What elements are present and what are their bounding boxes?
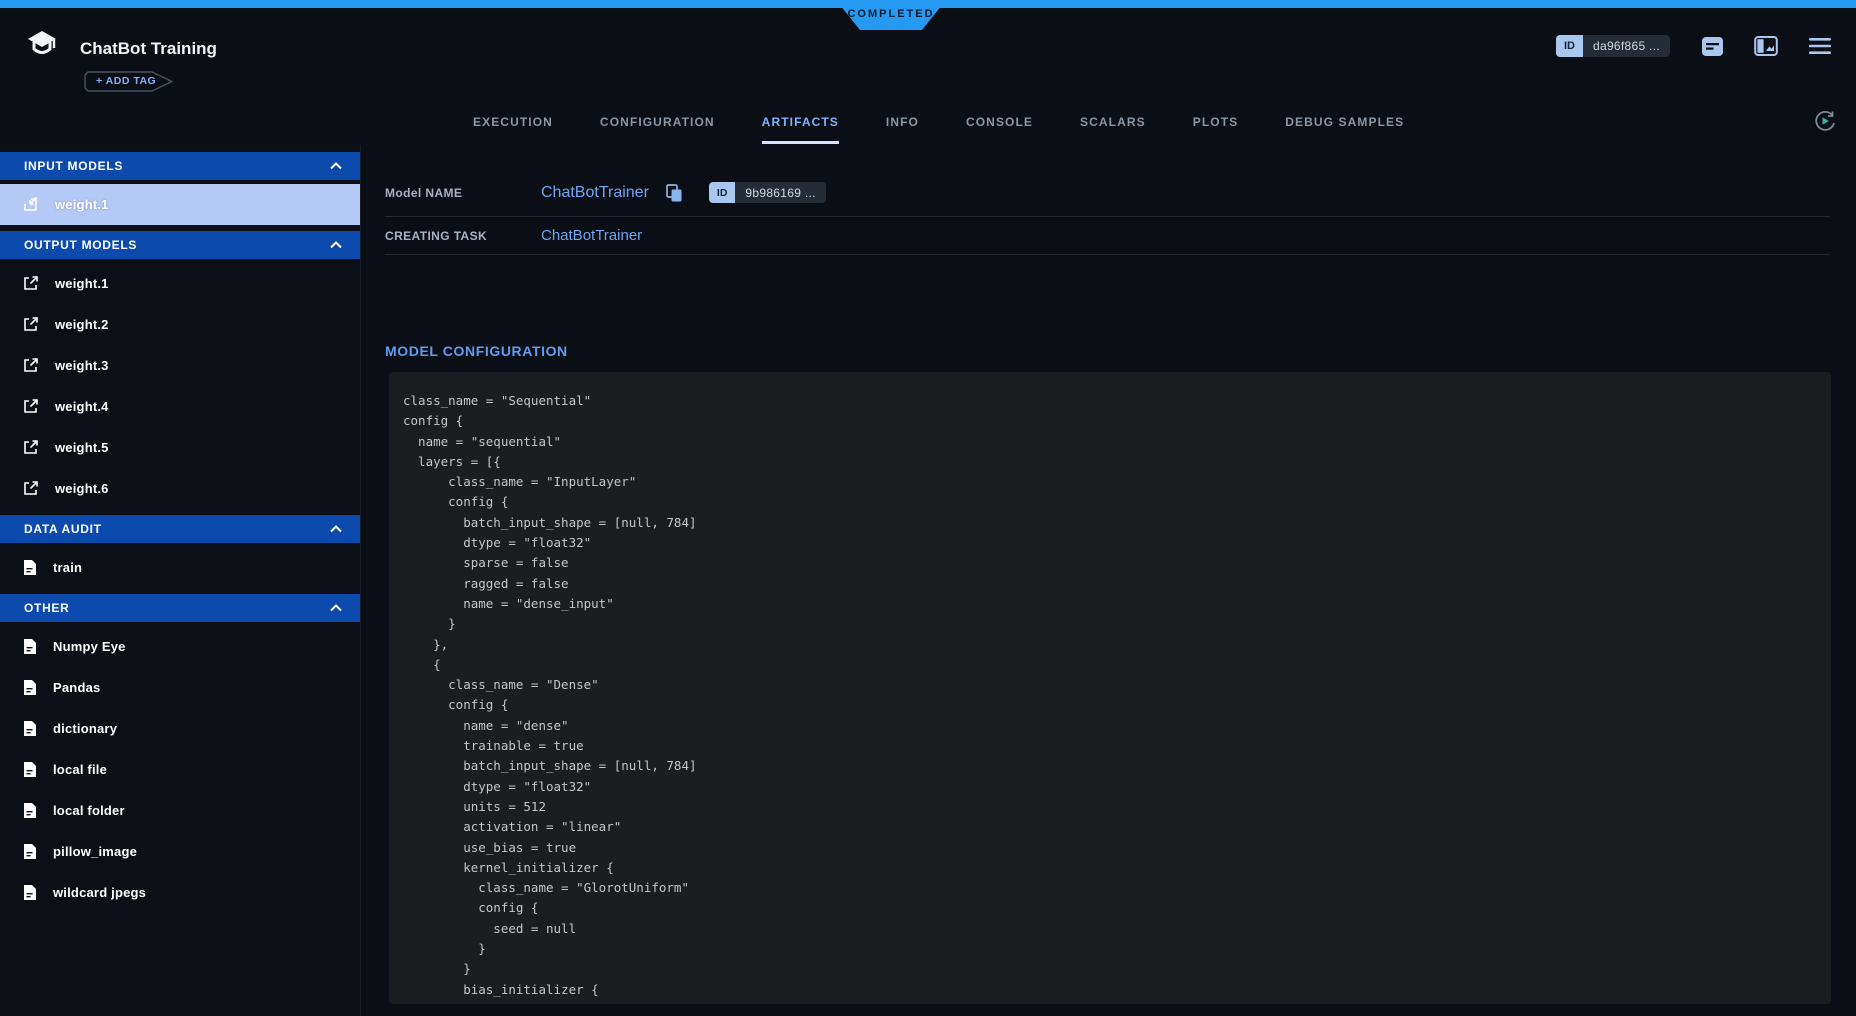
sidebar-item-label: dictionary xyxy=(53,721,117,736)
sidebar-item-train[interactable]: train xyxy=(0,547,360,588)
experiment-id-value: da96f865 ... xyxy=(1583,35,1670,57)
sidebar-item-label: weight.3 xyxy=(55,358,109,373)
file-icon xyxy=(22,638,37,655)
sidebar-item-input-weight1[interactable]: weight.1 xyxy=(0,184,360,225)
file-icon xyxy=(22,802,37,819)
export-icon xyxy=(22,275,39,292)
sidebar-item-label: weight.6 xyxy=(55,481,109,496)
creating-task-link[interactable]: ChatBotTrainer xyxy=(541,227,642,244)
sidebar-item-label: local file xyxy=(53,762,107,777)
sidebar-item-label: train xyxy=(53,560,82,575)
sidebar-item-label: weight.2 xyxy=(55,317,109,332)
file-icon xyxy=(22,761,37,778)
file-icon xyxy=(22,884,37,901)
chevron-up-icon xyxy=(330,241,342,249)
sidebar-item-output-weight4[interactable]: weight.4 xyxy=(0,386,360,427)
tab-console[interactable]: CONSOLE xyxy=(966,100,1033,144)
model-name-link[interactable]: ChatBotTrainer xyxy=(541,184,649,202)
experiment-id-badge[interactable]: ID da96f865 ... xyxy=(1556,35,1670,57)
section-title: OUTPUT MODELS xyxy=(24,238,137,252)
chevron-up-icon xyxy=(330,525,342,533)
artifact-detail-panel: Model NAME ChatBotTrainer ID 9b986169 ..… xyxy=(361,145,1856,1016)
model-id-badge[interactable]: ID 9b986169 ... xyxy=(709,182,826,203)
model-id-value: 9b986169 ... xyxy=(735,182,825,203)
file-icon xyxy=(22,679,37,696)
id-chip: ID xyxy=(1556,35,1583,57)
tab-scalars[interactable]: SCALARS xyxy=(1080,100,1146,144)
split-view-icon[interactable] xyxy=(1754,34,1778,58)
menu-icon[interactable] xyxy=(1808,34,1832,58)
sidebar-item-label: pillow_image xyxy=(53,844,137,859)
sidebar-item-label: Numpy Eye xyxy=(53,639,126,654)
header-actions: ID da96f865 ... xyxy=(1556,34,1832,58)
copy-icon[interactable] xyxy=(665,183,683,202)
chevron-up-icon xyxy=(330,162,342,170)
model-configuration-title: MODEL CONFIGURATION xyxy=(385,343,1856,359)
detail-rows: Model NAME ChatBotTrainer ID 9b986169 ..… xyxy=(385,169,1830,255)
sidebar-item-label: weight.1 xyxy=(55,276,109,291)
add-tag-label: + ADD TAG xyxy=(96,75,156,87)
model-name-label: Model NAME xyxy=(385,186,541,200)
experiment-title: ChatBot Training xyxy=(80,39,217,59)
sidebar-item-output-weight1[interactable]: weight.1 xyxy=(0,263,360,304)
export-icon xyxy=(22,439,39,456)
tab-plots[interactable]: PLOTS xyxy=(1193,100,1239,144)
chevron-up-icon xyxy=(330,604,342,612)
export-icon xyxy=(22,357,39,374)
import-icon xyxy=(22,196,39,213)
tab-bar: EXECUTION CONFIGURATION ARTIFACTS INFO C… xyxy=(361,100,1856,144)
export-icon xyxy=(22,398,39,415)
app-window: COMPLETED ChatBot Training + ADD TAG ID … xyxy=(0,0,1856,1016)
sidebar-section-input-models[interactable]: INPUT MODELS xyxy=(0,152,360,180)
sidebar-item-output-weight5[interactable]: weight.5 xyxy=(0,427,360,468)
file-icon xyxy=(22,720,37,737)
artifacts-sidebar: INPUT MODELS weight.1 OUTPUT MODELS weig… xyxy=(0,145,361,1016)
creating-task-label: CREATING TASK xyxy=(385,229,541,243)
sidebar-item-label: wildcard jpegs xyxy=(53,885,146,900)
export-icon xyxy=(22,480,39,497)
sidebar-item-local-folder[interactable]: local folder xyxy=(0,790,360,831)
creating-task-row: CREATING TASK ChatBotTrainer xyxy=(385,217,1830,255)
section-title: OTHER xyxy=(24,601,70,615)
sidebar-item-label: weight.1 xyxy=(55,197,109,212)
tab-artifacts[interactable]: ARTIFACTS xyxy=(762,100,839,144)
sidebar-item-label: weight.5 xyxy=(55,440,109,455)
tab-configuration[interactable]: CONFIGURATION xyxy=(600,100,715,144)
auto-refresh-icon[interactable] xyxy=(1810,106,1840,136)
id-chip: ID xyxy=(709,182,736,203)
model-configuration-code[interactable]: class_name = "Sequential" config { name … xyxy=(389,372,1831,1004)
add-tag-button[interactable]: + ADD TAG xyxy=(84,71,174,92)
app-logo-icon xyxy=(26,28,58,67)
sidebar-item-wildcard-jpegs[interactable]: wildcard jpegs xyxy=(0,872,360,913)
notes-icon[interactable] xyxy=(1700,34,1724,58)
tab-debug-samples[interactable]: DEBUG SAMPLES xyxy=(1285,100,1404,144)
code-text: class_name = "Sequential" config { name … xyxy=(403,391,1811,1000)
sidebar-item-output-weight6[interactable]: weight.6 xyxy=(0,468,360,509)
sidebar-item-label: Pandas xyxy=(53,680,100,695)
section-title: DATA AUDIT xyxy=(24,522,102,536)
sidebar-item-pillow-image[interactable]: pillow_image xyxy=(0,831,360,872)
file-icon xyxy=(22,843,37,860)
sidebar-item-pandas[interactable]: Pandas xyxy=(0,667,360,708)
sidebar-item-output-weight3[interactable]: weight.3 xyxy=(0,345,360,386)
tab-info[interactable]: INFO xyxy=(886,100,919,144)
section-title: INPUT MODELS xyxy=(24,159,123,173)
sidebar-section-data-audit[interactable]: DATA AUDIT xyxy=(0,515,360,543)
tab-execution[interactable]: EXECUTION xyxy=(473,100,553,144)
sidebar-item-local-file[interactable]: local file xyxy=(0,749,360,790)
export-icon xyxy=(22,316,39,333)
sidebar-item-dictionary[interactable]: dictionary xyxy=(0,708,360,749)
file-icon xyxy=(22,559,37,576)
sidebar-section-other[interactable]: OTHER xyxy=(0,594,360,622)
sidebar-item-label: weight.4 xyxy=(55,399,109,414)
sidebar-item-output-weight2[interactable]: weight.2 xyxy=(0,304,360,345)
model-name-row: Model NAME ChatBotTrainer ID 9b986169 ..… xyxy=(385,169,1830,217)
sidebar-item-label: local folder xyxy=(53,803,125,818)
sidebar-section-output-models[interactable]: OUTPUT MODELS xyxy=(0,231,360,259)
sidebar-item-numpy-eye[interactable]: Numpy Eye xyxy=(0,626,360,667)
